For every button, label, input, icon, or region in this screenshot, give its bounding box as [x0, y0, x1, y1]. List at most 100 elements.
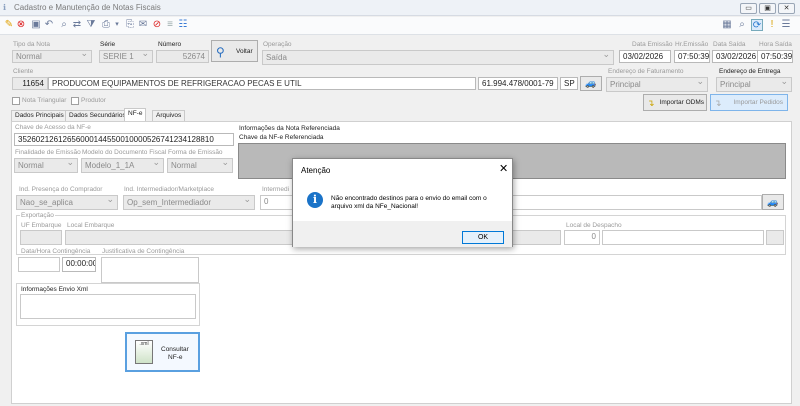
intermediario-field[interactable]: 0 [260, 195, 296, 210]
intermed-select[interactable]: Op_sem_Intermediador [123, 195, 255, 210]
finalidade-select[interactable]: Normal [14, 158, 78, 173]
data-hora-cont-label: Data/Hora Contingência [21, 248, 91, 255]
zoom-icon[interactable]: ⌕ [736, 19, 748, 31]
operacao-label: Operação [263, 41, 292, 48]
intermediario-label: Intermedi [262, 186, 290, 193]
numero-field[interactable]: 52674 [156, 50, 209, 63]
local-despacho-name[interactable] [602, 230, 764, 245]
search-icon[interactable]: ⌕ [58, 19, 70, 31]
cliente-cnpj-field[interactable]: 61.994.478/0001-79 [478, 77, 558, 90]
operacao-select[interactable]: Saída [262, 50, 614, 65]
local-despacho-code[interactable]: 0 [564, 230, 600, 245]
cliente-lookup-button[interactable]: 🚙 [580, 76, 602, 91]
modelo-label: Modelo do Documento Fiscal [82, 149, 167, 156]
info-envio-label: Informações Envio Xml [21, 286, 88, 293]
car-icon: 🚙 [585, 78, 597, 88]
chave-acesso-field[interactable]: 3526021261265600014455001000052674123412… [14, 133, 234, 146]
nota-triangular-checkbox[interactable] [12, 97, 20, 105]
consultar-nfe-button[interactable]: .xml Consultar NF-e [125, 332, 200, 372]
tipo-nota-select[interactable]: Normal [12, 50, 92, 63]
main-window: ℹ Cadastro e Manutenção de Notas Fiscais… [0, 0, 800, 406]
import-pedidos-icon: ↴ [714, 98, 722, 108]
uf-embarque-label: UF Embarque [21, 222, 62, 229]
app-icon: ℹ [3, 3, 7, 12]
dialog-title: Atenção [301, 166, 331, 175]
tab-nfe[interactable]: NF-e [124, 108, 147, 121]
voltar-label: Voltar [236, 48, 253, 55]
cliente-name-field[interactable]: PRODUCOM EQUIPAMENTOS DE REFRIGERACAO PE… [48, 77, 476, 90]
local-despacho-lookup[interactable] [766, 230, 784, 245]
block-icon[interactable]: ⊘ [151, 19, 163, 31]
cliente-label: Cliente [13, 68, 34, 75]
justificativa-field[interactable] [101, 257, 199, 283]
close-window-button[interactable]: ✕ [778, 3, 795, 14]
notes-icon[interactable]: ≡ [164, 19, 176, 31]
tab-arquivos[interactable]: Arquivos [152, 110, 186, 121]
list-icon[interactable]: ☷ [177, 19, 189, 31]
endereco-faturamento-select[interactable]: Principal [606, 77, 708, 92]
save-icon[interactable]: ▣ [30, 19, 42, 31]
importar-odms-button[interactable]: ↴ Importar ODMs [643, 94, 707, 111]
forma-emissao-label: Forma de Emissão [168, 149, 223, 156]
endereco-entrega-label: Endereço de Entrega [719, 68, 781, 75]
uf-embarque-field[interactable] [20, 230, 62, 245]
data-cont-field[interactable] [18, 257, 60, 272]
dialog-close-button[interactable]: ✕ [499, 162, 508, 175]
finalidade-label: Finalidade de Emissão [15, 149, 81, 156]
refresh-icon[interactable]: ⟳ [751, 19, 763, 31]
cliente-code-field[interactable]: 11654 [12, 77, 48, 90]
hora-saida-label: Hora Saída [759, 41, 792, 48]
exportacao-label: Exportação [20, 212, 55, 219]
hora-saida-field[interactable]: 07:50:39 [757, 50, 793, 63]
attention-dialog: Atenção ✕ i Não encontrado destinos para… [292, 158, 513, 247]
forma-emissao-select[interactable]: Normal [167, 158, 233, 173]
intermediario-lookup-button[interactable]: 🚙 [762, 194, 784, 210]
edit-icon[interactable]: ✎ [3, 19, 15, 31]
endereco-entrega-select[interactable]: Principal [716, 77, 792, 92]
calculator-icon[interactable]: ▦ [721, 19, 733, 31]
intermediario-name-field[interactable] [510, 195, 762, 210]
chave-ref-label: Chave da NF-e Referenciada [239, 134, 324, 141]
email-icon[interactable]: ✉ [137, 19, 149, 31]
modelo-select[interactable]: Modelo_1_1A [81, 158, 164, 173]
cliente-uf-field[interactable]: SP [560, 77, 578, 90]
undo-icon[interactable]: ↶ [43, 19, 55, 31]
produtor-checkbox[interactable] [71, 97, 79, 105]
consultar-label-2: NF-e [168, 354, 183, 361]
chave-acesso-label: Chave de Acesso da NF-e [15, 124, 91, 131]
voltar-button[interactable]: ⚲ Voltar [211, 40, 258, 62]
importar-pedidos-label: Importar Pedidos [733, 99, 784, 106]
maximize-button[interactable]: ▣ [759, 3, 776, 14]
alert-icon[interactable]: ! [766, 19, 778, 31]
minimize-button[interactable]: ▭ [740, 3, 757, 14]
menu-icon[interactable]: ☰ [780, 19, 792, 31]
print-dropdown-icon[interactable]: ▾ [111, 19, 123, 31]
navigate-icon[interactable]: ⇄ [71, 19, 83, 31]
importar-pedidos-button[interactable]: ↴ Importar Pedidos [710, 94, 788, 111]
endereco-faturamento-label: Endereço de Faturamento [608, 68, 684, 75]
cancel-icon[interactable]: ⊗ [15, 19, 27, 31]
import-icon: ↴ [647, 98, 655, 108]
hr-emissao-label: Hr.Emissão [675, 41, 709, 48]
produtor-label: Produtor [81, 97, 106, 104]
importar-odms-label: Importar ODMs [659, 99, 704, 106]
tab-dados-principais[interactable]: Dados Principais [11, 110, 68, 121]
filter-icon[interactable]: ⧩ [85, 19, 97, 31]
local-despacho-label: Local de Despacho [566, 222, 622, 229]
data-emissao-field[interactable]: 03/02/2026 [619, 50, 671, 63]
nota-triangular-label: Nota Triangular [22, 97, 67, 104]
hr-emissao-field[interactable]: 07:50:39 [674, 50, 710, 63]
ok-button[interactable]: OK [462, 231, 504, 244]
local-embarque-label: Local Embarque [67, 222, 115, 229]
tab-dados-secundarios[interactable]: Dados Secundários [65, 110, 130, 121]
info-icon: i [307, 192, 323, 208]
data-emissao-label: Data Emissão [632, 41, 673, 48]
report-icon[interactable]: ⎘ [124, 19, 136, 31]
serie-select[interactable]: SERIE 1 [99, 50, 153, 63]
tipo-nota-label: Tipo da Nota [13, 41, 50, 48]
hora-cont-field[interactable]: 00:00:00 [62, 257, 96, 272]
presenca-select[interactable]: Nao_se_aplica [16, 195, 118, 210]
magnifier-icon: ⚲ [216, 45, 225, 59]
car-icon: 🚙 [767, 197, 779, 207]
info-envio-field[interactable] [20, 294, 196, 319]
